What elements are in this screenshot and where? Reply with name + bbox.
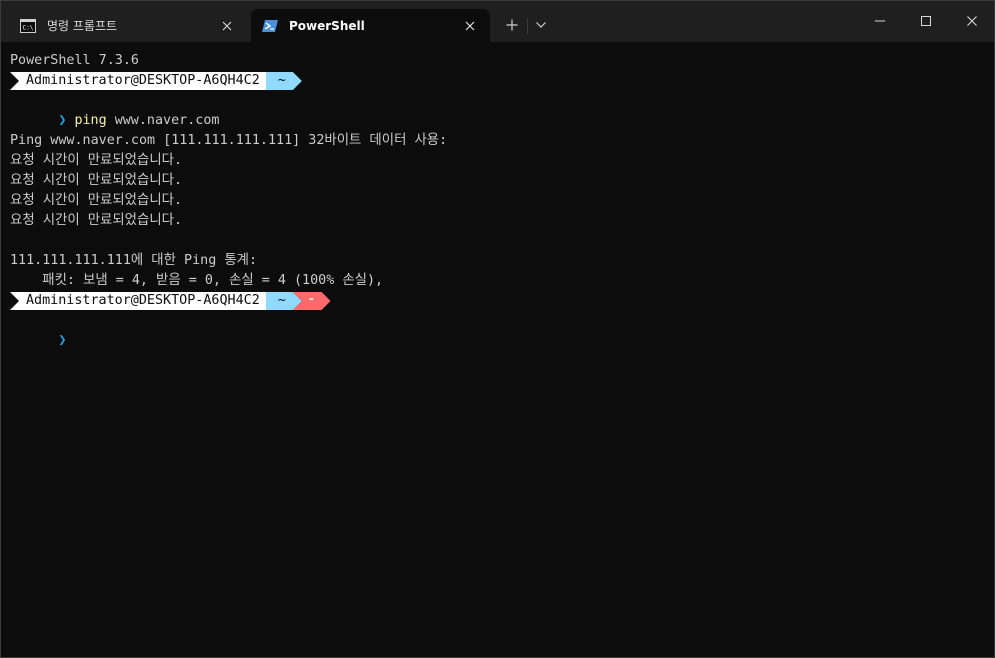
profile-dropdown-button[interactable] — [530, 13, 552, 37]
prompt-user-segment: Administrator@DESKTOP-A6QH4C2 — [10, 292, 268, 310]
svg-text:C:\: C:\ — [23, 24, 34, 31]
maximize-button[interactable] — [903, 1, 949, 41]
output-line: 111.111.111.111에 대한 Ping 통계: — [10, 253, 258, 268]
tab-separator — [527, 18, 528, 34]
prompt-path-segment: ~ — [266, 72, 302, 90]
prompt-caret: ❯ — [58, 113, 67, 128]
tab-title: PowerShell — [289, 18, 365, 33]
new-tab-button[interactable] — [500, 13, 524, 37]
close-icon — [967, 16, 977, 26]
output-line: 요청 시간이 만료되었습니다. — [10, 153, 183, 168]
maximize-icon — [921, 16, 931, 26]
command-args: www.naver.com — [114, 113, 220, 128]
powershell-icon — [262, 19, 278, 33]
prompt-caret: ❯ — [58, 333, 67, 348]
output-line: 요청 시간이 만료되었습니다. — [10, 173, 183, 188]
terminal-output[interactable]: PowerShell 7.3.6 Administrator@DESKTOP-A… — [10, 51, 986, 348]
output-line: 요청 시간이 만료되었습니다. — [10, 193, 183, 208]
close-tab-icon[interactable] — [215, 14, 239, 38]
close-tab-icon[interactable] — [458, 14, 482, 38]
prompt-user-segment: Administrator@DESKTOP-A6QH4C2 — [10, 72, 268, 90]
title-bar: C:\ 명령 프롬프트 PowerShell — [1, 1, 994, 42]
tab-command-prompt[interactable]: C:\ 명령 프롬프트 — [9, 9, 247, 42]
prompt-segments: Administrator@DESKTOP-A6QH4C2 ~ ⁃ — [10, 291, 986, 311]
input-line[interactable]: ❯ — [10, 311, 986, 348]
chevron-down-icon — [536, 22, 546, 28]
close-window-button[interactable] — [949, 1, 995, 41]
output-line: 패킷: 보냄 = 4, 받음 = 0, 손실 = 4 (100% 손실), — [10, 273, 384, 288]
cmd-icon: C:\ — [20, 18, 36, 33]
output-line: 요청 시간이 만료되었습니다. — [10, 213, 183, 228]
output-line: Ping www.naver.com [111.111.111.111] 32바… — [10, 133, 448, 148]
command-line: ❯ ping www.naver.com — [10, 91, 986, 128]
tab-powershell[interactable]: PowerShell — [251, 9, 490, 42]
version-line: PowerShell 7.3.6 — [10, 53, 139, 68]
terminal-window: C:\ 명령 프롬프트 PowerShell PowerShell 7.3.6 … — [0, 0, 995, 658]
tab-title: 명령 프롬프트 — [47, 19, 118, 33]
command-name: ping — [74, 113, 107, 128]
minimize-icon — [875, 20, 885, 22]
prompt-segments: Administrator@DESKTOP-A6QH4C2 ~ — [10, 71, 986, 91]
plus-icon — [506, 19, 518, 31]
minimize-button[interactable] — [857, 1, 903, 41]
